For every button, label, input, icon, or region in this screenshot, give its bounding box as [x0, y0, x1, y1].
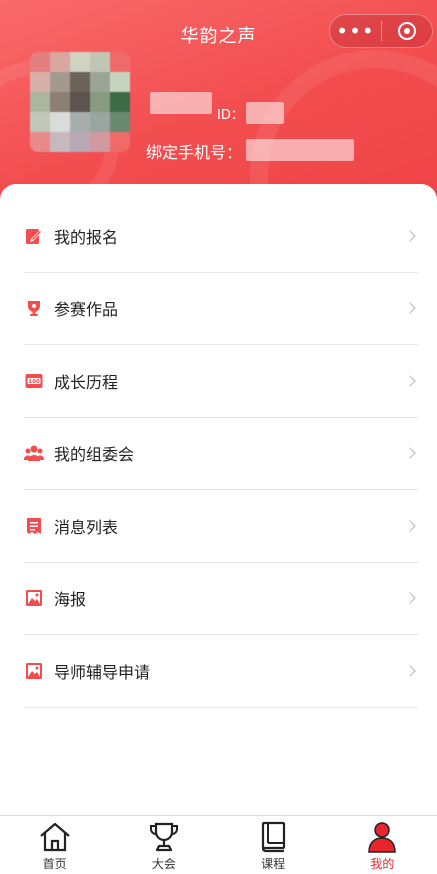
trophy-outline-icon: [146, 820, 182, 854]
tab-label: 大会: [151, 857, 176, 871]
menu-item-label: 我的报名: [54, 227, 119, 247]
menu-item-label: 参赛作品: [54, 300, 119, 320]
bottom-tab-bar: 首页 大会 课程 我的: [0, 815, 437, 874]
home-icon: [37, 820, 73, 854]
signup-pen-icon: [24, 226, 44, 246]
message-list-icon: [24, 516, 44, 536]
book-icon: [255, 820, 291, 854]
menu-item-tutor-application[interactable]: 导师辅导申请: [24, 635, 418, 708]
phone-redacted: [246, 139, 354, 161]
group-users-icon: [24, 443, 44, 463]
menu-item-messages[interactable]: 消息列表: [24, 490, 418, 563]
chevron-right-icon: [404, 520, 416, 532]
more-dots-icon[interactable]: •••: [330, 21, 381, 41]
trophy-icon: [24, 298, 44, 318]
menu-item-label: 我的组委会: [54, 445, 135, 465]
mini-program-capsule: •••: [329, 14, 433, 48]
user-icon: [364, 820, 400, 854]
tutor-application-icon: [24, 661, 44, 681]
tab-label: 首页: [42, 857, 67, 871]
tab-mine[interactable]: 我的: [328, 816, 437, 874]
poster-image-icon: [24, 588, 44, 608]
tab-courses[interactable]: 课程: [219, 816, 328, 874]
menu-item-growth[interactable]: 100 成长历程: [24, 345, 418, 418]
mini-program-close-button[interactable]: [382, 22, 432, 40]
chevron-right-icon: [404, 447, 416, 459]
user-id-redacted: [246, 102, 284, 124]
tab-label: 课程: [261, 857, 286, 871]
mini-program-close-icon: [397, 22, 416, 40]
tab-conference[interactable]: 大会: [109, 816, 218, 874]
chevron-right-icon: [404, 665, 416, 677]
avatar[interactable]: [30, 52, 130, 152]
header-decoration: [250, 50, 437, 200]
chevron-right-icon: [404, 592, 416, 604]
nickname-redacted: [150, 92, 212, 114]
menu-item-committee[interactable]: 我的组委会: [24, 418, 418, 490]
menu-item-label: 消息列表: [54, 517, 119, 537]
chevron-right-icon: [404, 375, 416, 387]
chevron-right-icon: [404, 302, 416, 314]
menu-item-poster[interactable]: 海报: [24, 563, 418, 635]
growth-100-icon: 100: [24, 371, 44, 391]
menu-item-label: 成长历程: [54, 372, 119, 392]
menu-list: 我的报名 参赛作品 100 成长历程 我的组委会 消息列表 海报 导师辅导申请: [24, 200, 418, 708]
profile-header: 华韵之声 ••• ID： 绑定手机号：: [0, 0, 437, 200]
tab-label: 我的: [370, 857, 395, 871]
menu-item-entries[interactable]: 参赛作品: [24, 273, 418, 345]
bound-phone-label: 绑定手机号：: [146, 143, 243, 162]
menu-card: 我的报名 参赛作品 100 成长历程 我的组委会 消息列表 海报 导师辅导申请: [0, 184, 437, 824]
menu-item-label: 海报: [54, 590, 87, 610]
menu-item-label: 导师辅导申请: [54, 662, 151, 682]
user-id-label: ID：: [217, 108, 244, 123]
chevron-right-icon: [404, 230, 416, 242]
svg-text:100: 100: [28, 379, 40, 385]
tab-home[interactable]: 首页: [0, 816, 109, 874]
menu-item-my-signup[interactable]: 我的报名: [24, 200, 418, 273]
